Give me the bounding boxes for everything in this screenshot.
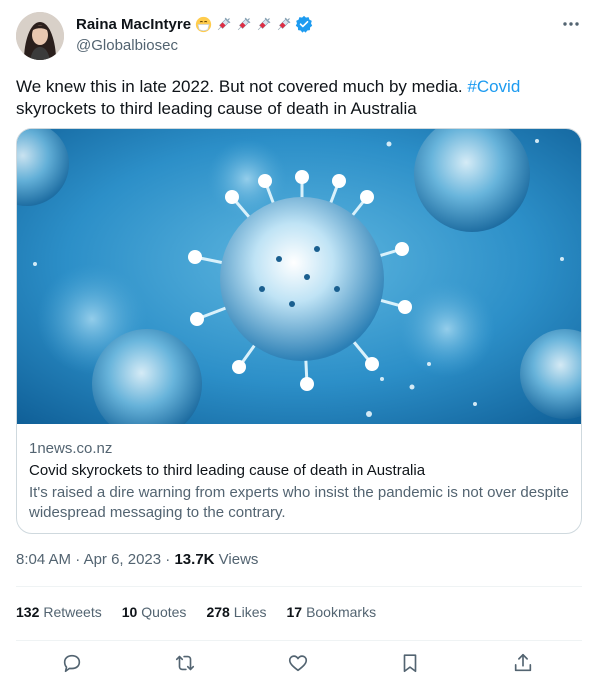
- syringe-emoji-icon: [257, 17, 271, 30]
- bookmarks-stat[interactable]: 17 Bookmarks: [286, 604, 376, 620]
- syringe-emoji-icon: [277, 17, 291, 30]
- views-count: 13.7K: [174, 551, 215, 568]
- hashtag-link[interactable]: #Covid: [467, 77, 520, 96]
- verified-badge-icon[interactable]: [295, 15, 313, 33]
- bookmark-icon[interactable]: [399, 652, 423, 676]
- author-handle[interactable]: @Globalbiosec: [76, 37, 178, 54]
- engagement-stats: 132 Retweets 10 Quotes 278 Likes 17 Bookmark…: [16, 604, 376, 620]
- mask-emoji-icon: [195, 16, 212, 32]
- tweet-text-prefix: We knew this in late 2022. But not cover…: [16, 77, 468, 96]
- card-meta: 1news.co.nz Covid skyrockets to third le…: [29, 439, 569, 523]
- quotes-count: 10: [121, 604, 138, 620]
- like-icon[interactable]: [287, 652, 311, 676]
- likes-label: Likes: [233, 604, 267, 620]
- retweets-stat[interactable]: 132 Retweets: [16, 604, 102, 620]
- retweets-count: 132: [16, 604, 40, 620]
- tweet-timestamp-row: 8:04 AM · Apr 6, 2023 · 13.7K Views: [16, 551, 258, 568]
- likes-stat[interactable]: 278 Likes: [206, 604, 266, 620]
- reply-icon[interactable]: [61, 652, 85, 676]
- divider: [16, 640, 582, 641]
- bookmarks-count: 17: [286, 604, 303, 620]
- author-name-row: Raina MacIntyre: [76, 14, 313, 34]
- bookmarks-label: Bookmarks: [306, 604, 377, 620]
- retweet-icon[interactable]: [174, 652, 198, 676]
- link-preview-card[interactable]: 1news.co.nz Covid skyrockets to third le…: [16, 128, 582, 534]
- likes-count: 278: [206, 604, 230, 620]
- divider: [16, 586, 582, 587]
- retweets-label: Retweets: [43, 604, 102, 620]
- tweet-date[interactable]: Apr 6, 2023: [84, 551, 162, 568]
- action-bar: [0, 652, 598, 676]
- card-image-virus: [17, 129, 581, 424]
- tweet-text: We knew this in late 2022. But not cover…: [16, 76, 582, 120]
- author-display-name[interactable]: Raina MacIntyre: [76, 16, 191, 33]
- avatar[interactable]: [16, 12, 64, 60]
- syringe-emoji-icon: [217, 17, 231, 30]
- card-description: It's raised a dire warning from experts …: [29, 484, 569, 521]
- share-icon[interactable]: [512, 652, 536, 676]
- avatar-image: [16, 12, 64, 60]
- card-title: Covid skyrockets to third leading cause …: [29, 462, 426, 479]
- more-options-icon[interactable]: [560, 14, 582, 34]
- tweet-time[interactable]: 8:04 AM: [16, 551, 71, 568]
- tweet-text-suffix: skyrockets to third leading cause of dea…: [16, 99, 417, 118]
- meta-separator: ·: [161, 551, 175, 568]
- card-domain: 1news.co.nz: [29, 440, 113, 457]
- views-label: Views: [214, 551, 259, 568]
- name-emojis: [195, 16, 292, 33]
- syringe-emoji-icon: [237, 17, 251, 30]
- tweet: Raina MacIntyre @Globalbiosec We knew th…: [0, 0, 598, 687]
- quotes-stat[interactable]: 10 Quotes: [122, 604, 187, 620]
- quotes-label: Quotes: [141, 604, 187, 620]
- meta-separator: ·: [71, 551, 84, 568]
